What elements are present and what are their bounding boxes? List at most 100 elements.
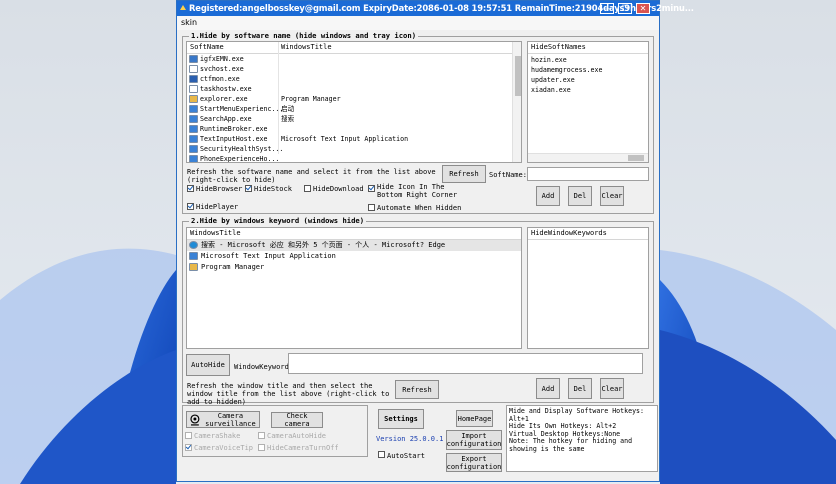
- section1-refresh-button[interactable]: Refresh: [442, 165, 486, 183]
- autostart-label: AutoStart: [387, 452, 425, 460]
- hide-softnames-hscroll[interactable]: [528, 153, 648, 162]
- settings-button[interactable]: Settings: [378, 409, 424, 429]
- table-row[interactable]: PhoneExperienceHo...: [187, 154, 511, 163]
- table-row[interactable]: svchost.exe: [187, 64, 511, 74]
- automate-when-hidden-checkbox[interactable]: [368, 204, 375, 211]
- hidebrowser-label: HideBrowser: [196, 185, 243, 193]
- app-icon: [189, 55, 198, 63]
- softname-input[interactable]: [527, 167, 649, 181]
- check-camera-button[interactable]: Check camera: [271, 412, 323, 428]
- import-configuration-button[interactable]: Import configuration: [446, 430, 502, 450]
- table-row[interactable]: taskhostw.exe: [187, 84, 511, 94]
- section2-del-button[interactable]: Del: [568, 378, 592, 399]
- windows-title-list[interactable]: WindowsTitle 搜索 - Microsoft 必应 和另外 5 个页面…: [186, 227, 522, 349]
- table-row[interactable]: igfxEMN.exe: [187, 54, 511, 64]
- softname-cell: StartMenuExperienc...: [200, 105, 284, 113]
- section1-clear-button[interactable]: Clear: [600, 186, 624, 206]
- softname-cell: svchost.exe: [200, 65, 244, 73]
- section1-del-button[interactable]: Del: [568, 186, 592, 206]
- col-hidewindowkeywords[interactable]: HideWindowKeywords: [531, 228, 607, 239]
- table-row[interactable]: 搜索 - Microsoft 必应 和另外 5 个页面 - 个人 - Micro…: [187, 240, 521, 251]
- homepage-button[interactable]: HomePage: [456, 410, 493, 427]
- softname-cell: PhoneExperienceHo...: [200, 155, 280, 163]
- table-row[interactable]: Program Manager: [187, 262, 521, 273]
- hidestock-checkbox[interactable]: [245, 185, 252, 192]
- camera-surveillance-button[interactable]: Camera surveillance: [186, 411, 260, 428]
- section2-clear-button[interactable]: Clear: [600, 378, 624, 399]
- window-icon: [189, 135, 198, 143]
- cameraautohide-checkbox[interactable]: [258, 432, 265, 439]
- hide-icon-corner-checkbox[interactable]: [368, 185, 375, 192]
- menu-skin[interactable]: skin: [181, 18, 197, 27]
- window-icon: [189, 155, 198, 162]
- table-row[interactable]: TextInputHost.exe Microsoft Text Input Ap…: [187, 134, 511, 144]
- title-bar[interactable]: Registered:angelbosskey@gmail.com Expiry…: [177, 1, 694, 16]
- hide-keywords-list[interactable]: HideWindowKeywords: [527, 227, 649, 349]
- service-icon: [189, 85, 198, 93]
- windowkeyword-input[interactable]: [288, 353, 643, 374]
- edge-icon: [189, 241, 198, 249]
- list-item[interactable]: xiadan.exe: [531, 85, 571, 95]
- hotkeys-text: Mide and Display Software Hotkeys: Alt+1…: [509, 407, 644, 453]
- hidecameraturnoff-checkbox[interactable]: [258, 444, 265, 451]
- window-icon: [189, 252, 198, 260]
- minimize-button[interactable]: —: [600, 3, 614, 14]
- software-list[interactable]: SoftName WindowsTitle igfxEMN.exe svchost…: [186, 41, 522, 163]
- table-row[interactable]: SearchApp.exe 搜索: [187, 114, 511, 124]
- list-item[interactable]: updater.exe: [531, 75, 575, 85]
- table-row[interactable]: explorer.exe Program Manager: [187, 94, 511, 104]
- folder-icon: [189, 263, 198, 271]
- window-icon: [189, 105, 198, 113]
- autostart-checkbox[interactable]: [378, 451, 385, 458]
- windowstitle-cell: Microsoft Text Input Application: [281, 135, 409, 143]
- softname-cell: taskhostw.exe: [200, 85, 252, 93]
- softname-cell: explorer.exe: [200, 95, 248, 103]
- hideplayer-checkbox[interactable]: [187, 203, 194, 210]
- menu-bar: skin: [177, 16, 659, 30]
- window-title-cell: 搜索 - Microsoft 必应 和另外 5 个页面 - 个人 - Micro…: [201, 241, 446, 249]
- hidebrowser-checkbox[interactable]: [187, 185, 194, 192]
- export-configuration-button[interactable]: Export configuration: [446, 453, 502, 472]
- table-row[interactable]: SecurityHealthSyst...: [187, 144, 511, 154]
- table-row[interactable]: ctfmon.exe: [187, 74, 511, 84]
- hide-softnames-list[interactable]: HideSoftNames hozin.exe hudamemgrocess.ex…: [527, 41, 649, 163]
- window-icon: [189, 145, 198, 153]
- software-list-scrollbar[interactable]: [512, 42, 521, 162]
- software-list-header: SoftName WindowsTitle: [187, 42, 513, 54]
- hidestock-label: HideStock: [254, 185, 292, 193]
- section2-refresh-hint: Refresh the window title and then select…: [187, 382, 390, 406]
- window-title-cell: Program Manager: [201, 263, 265, 271]
- camera-surveillance-label: Camera surveillance: [205, 411, 256, 428]
- autohide-button[interactable]: AutoHide: [186, 354, 230, 376]
- table-row[interactable]: Microsoft Text Input Application: [187, 251, 521, 262]
- window-title-cell: Microsoft Text Input Application: [201, 252, 336, 260]
- list-item[interactable]: hudamemgrocess.exe: [531, 65, 602, 75]
- table-row[interactable]: StartMenuExperienc... 启动: [187, 104, 511, 114]
- col-hidesoftnames[interactable]: HideSoftNames: [531, 42, 586, 53]
- window-icon: [189, 115, 198, 123]
- hidedownload-checkbox[interactable]: [304, 185, 311, 192]
- close-button[interactable]: ✕: [636, 3, 650, 14]
- col-windowstitle-2[interactable]: WindowsTitle: [190, 228, 241, 239]
- softname-cell: igfxEMN.exe: [200, 55, 244, 63]
- section1-add-button[interactable]: Add: [536, 186, 560, 206]
- table-row[interactable]: RuntimeBroker.exe: [187, 124, 511, 134]
- automate-when-hidden-label: Automate When Hidden: [377, 204, 462, 212]
- col-windowstitle[interactable]: WindowsTitle: [281, 42, 332, 53]
- section1-title: 1.Hide by software name (hide windows an…: [189, 31, 419, 40]
- col-softname[interactable]: SoftName: [190, 42, 224, 53]
- windowstitle-cell: 启动: [281, 105, 295, 113]
- list-item[interactable]: hozin.exe: [531, 55, 567, 65]
- hotkeys-info: Mide and Display Software Hotkeys: Alt+1…: [506, 405, 658, 472]
- hideplayer-label: HidePlayer: [196, 203, 239, 211]
- pen-icon: [189, 75, 198, 83]
- section2-title: 2.Hide by windows keyword (windows hide): [189, 216, 367, 225]
- camerashake-checkbox[interactable]: [185, 432, 192, 439]
- section2-refresh-button[interactable]: Refresh: [395, 380, 439, 399]
- windowkeyword-label: WindowKeyword:: [234, 363, 294, 371]
- cameravoicetip-checkbox[interactable]: [185, 444, 192, 451]
- restore-button[interactable]: ❐: [618, 3, 632, 14]
- version-label: Version 25.0.0.1: [376, 435, 444, 443]
- softname-label: SoftName:: [489, 171, 527, 179]
- section2-add-button[interactable]: Add: [536, 378, 560, 399]
